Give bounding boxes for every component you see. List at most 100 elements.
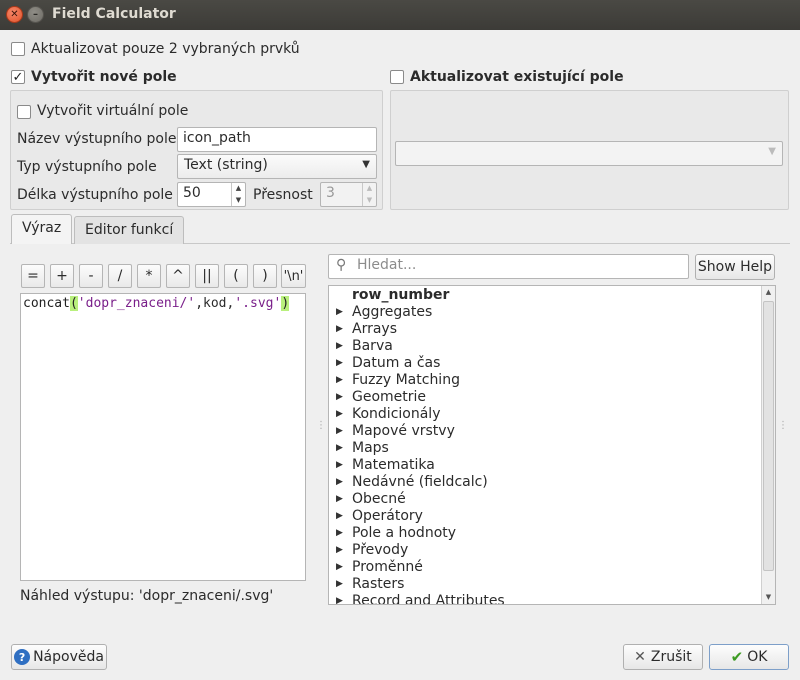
function-tree-item-label: Obecné: [352, 491, 406, 507]
function-tree-item[interactable]: ▶ Převody: [329, 542, 761, 559]
title-bar: ✕ – Field Calculator: [0, 0, 800, 30]
tree-scrollbar[interactable]: ▲ ▼: [761, 286, 775, 604]
operator-plus-button[interactable]: +: [50, 264, 74, 288]
function-tree-item[interactable]: ▶ Record and Attributes: [329, 593, 761, 604]
expand-arrow-icon[interactable]: ▶: [336, 474, 343, 491]
function-tree-item-label: Nedávné (fieldcalc): [352, 474, 488, 490]
function-tree-item[interactable]: ▶ Operátory: [329, 508, 761, 525]
show-help-button[interactable]: Show Help: [695, 254, 775, 280]
output-field-length-label: Délka výstupního pole: [17, 187, 173, 203]
expand-arrow-icon[interactable]: ▶: [336, 576, 343, 593]
tab-expression[interactable]: Výraz: [11, 214, 73, 244]
function-tree-item[interactable]: ▶ Arrays: [329, 321, 761, 338]
output-field-length-value: 50: [183, 185, 201, 201]
output-field-type-select[interactable]: Text (string) ▼: [177, 154, 377, 179]
scroll-up-icon[interactable]: ▲: [762, 286, 775, 299]
expand-arrow-icon[interactable]: ▶: [336, 440, 343, 457]
create-virtual-field-checkbox[interactable]: [17, 105, 31, 119]
function-tree-item[interactable]: row_number: [329, 287, 761, 304]
precision-value: 3: [326, 185, 335, 201]
operator-concat-button[interactable]: ||: [195, 264, 219, 288]
tab-function-editor[interactable]: Editor funkcí: [74, 216, 185, 244]
chevron-down-icon: ▼: [362, 159, 370, 170]
close-window-button[interactable]: ✕: [6, 6, 23, 23]
help-button[interactable]: ? Nápověda: [11, 644, 107, 670]
expression-editor[interactable]: concat('dopr_znaceni/',kod,'.svg'): [20, 293, 306, 581]
update-existing-field-label: Aktualizovat existující pole: [410, 69, 624, 85]
expand-arrow-icon[interactable]: ▶: [336, 321, 343, 338]
precision-spin-buttons: ▲ ▼: [362, 183, 376, 206]
operator-power-button[interactable]: ^: [166, 264, 190, 288]
cancel-icon: ✕: [634, 649, 646, 665]
operator-minus-button[interactable]: -: [79, 264, 103, 288]
expand-arrow-icon[interactable]: ▶: [336, 372, 343, 389]
function-tree-item[interactable]: ▶ Geometrie: [329, 389, 761, 406]
function-tree-item-label: Maps: [352, 440, 389, 456]
splitter-handle-right[interactable]: ⋮: [778, 420, 788, 431]
function-tree-item-label: Kondicionály: [352, 406, 441, 422]
function-tree-item[interactable]: ▶ Nedávné (fieldcalc): [329, 474, 761, 491]
create-new-field-checkbox[interactable]: ✓: [11, 70, 25, 84]
create-new-field-label: Vytvořit nové pole: [31, 69, 177, 85]
precision-label: Přesnost: [253, 187, 313, 203]
function-tree-item[interactable]: ▶ Barva: [329, 338, 761, 355]
function-tree-item[interactable]: ▶ Aggregates: [329, 304, 761, 321]
function-tree-item[interactable]: ▶ Pole a hodnoty: [329, 525, 761, 542]
expand-arrow-icon[interactable]: ▶: [336, 508, 343, 525]
output-field-length-spinbox[interactable]: 50 ▲ ▼: [177, 182, 246, 207]
update-selected-label: Aktualizovat pouze 2 vybraných prvků: [31, 41, 300, 57]
function-tree-item[interactable]: ▶ Maps: [329, 440, 761, 457]
function-tree-item[interactable]: ▶ Mapové vrstvy: [329, 423, 761, 440]
output-field-name-input[interactable]: icon_path: [177, 127, 377, 152]
function-tree-item[interactable]: ▶ Obecné: [329, 491, 761, 508]
expression-open-paren: (: [69, 296, 78, 311]
expand-arrow-icon[interactable]: ▶: [336, 525, 343, 542]
function-tree-item-label: Aggregates: [352, 304, 433, 320]
operator-equals-button[interactable]: =: [21, 264, 45, 288]
expand-arrow-icon[interactable]: ▶: [336, 423, 343, 440]
expand-arrow-icon[interactable]: ▶: [336, 389, 343, 406]
spin-down-icon[interactable]: ▼: [232, 195, 245, 207]
function-tree-item[interactable]: ▶ Datum a čas: [329, 355, 761, 372]
expression-close-paren: ): [281, 296, 290, 311]
expand-arrow-icon[interactable]: ▶: [336, 406, 343, 423]
update-selected-checkbox[interactable]: [11, 42, 25, 56]
expand-arrow-icon[interactable]: ▶: [336, 559, 343, 576]
checkmark-icon: ✓: [12, 69, 24, 85]
length-spin-buttons[interactable]: ▲ ▼: [231, 183, 245, 206]
precision-spinbox: 3 ▲ ▼: [320, 182, 377, 207]
function-tree[interactable]: row_number ▶ Aggregates ▶ Arrays ▶ Barva ▶ Datum…: [328, 285, 776, 605]
expand-arrow-icon[interactable]: ▶: [336, 457, 343, 474]
function-tree-item[interactable]: ▶ Kondicionály: [329, 406, 761, 423]
scrollbar-thumb[interactable]: [763, 301, 774, 571]
function-tree-item[interactable]: ▶ Proměnné: [329, 559, 761, 576]
chevron-down-icon: ▼: [768, 146, 776, 157]
expand-arrow-icon[interactable]: ▶: [336, 542, 343, 559]
operator-multiply-button[interactable]: *: [137, 264, 161, 288]
function-tree-item-label: Barva: [352, 338, 393, 354]
ok-button[interactable]: ✔ OK: [709, 644, 789, 670]
scroll-down-icon[interactable]: ▼: [762, 591, 775, 604]
expression-field-arg: ,kod,: [195, 296, 235, 311]
cancel-button[interactable]: ✕ Zrušit: [623, 644, 703, 670]
operator-divide-button[interactable]: /: [108, 264, 132, 288]
operator-close-paren-button[interactable]: ): [253, 264, 277, 288]
function-tree-item[interactable]: ▶ Fuzzy Matching: [329, 372, 761, 389]
expand-arrow-icon[interactable]: ▶: [336, 491, 343, 508]
function-tree-item[interactable]: ▶ Matematika: [329, 457, 761, 474]
minimize-window-button[interactable]: –: [27, 6, 44, 23]
expand-arrow-icon[interactable]: ▶: [336, 304, 343, 321]
existing-field-select: ▼: [395, 141, 783, 166]
spin-up-icon[interactable]: ▲: [232, 183, 245, 195]
splitter-handle[interactable]: ⋮: [316, 420, 326, 431]
expand-arrow-icon[interactable]: ▶: [336, 593, 343, 604]
function-search-input[interactable]: ⚲ Hledat...: [328, 254, 689, 279]
expression-function: concat: [23, 296, 70, 311]
operator-open-paren-button[interactable]: (: [224, 264, 248, 288]
expand-arrow-icon[interactable]: ▶: [336, 355, 343, 372]
update-existing-field-checkbox[interactable]: [390, 70, 404, 84]
operator-newline-button[interactable]: '\n': [281, 264, 306, 288]
search-placeholder: Hledat...: [357, 257, 417, 273]
expand-arrow-icon[interactable]: ▶: [336, 338, 343, 355]
function-tree-item[interactable]: ▶ Rasters: [329, 576, 761, 593]
